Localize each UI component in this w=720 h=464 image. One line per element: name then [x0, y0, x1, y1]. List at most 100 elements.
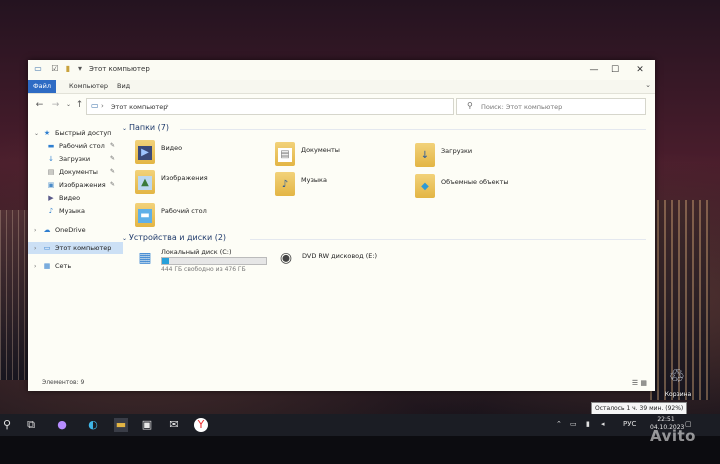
tab-computer[interactable]: Компьютер: [64, 80, 113, 93]
drive-c[interactable]: ▦ Локальный диск (C:) 444 ГБ свободно из…: [134, 247, 284, 275]
back-arrow-icon[interactable]: ←: [34, 99, 45, 111]
store-icon[interactable]: ▣: [140, 418, 154, 432]
up-arrow-icon[interactable]: ↑: [74, 99, 85, 111]
folder-3d-objects[interactable]: ◆ Объемные объекты: [415, 174, 555, 202]
tab-file[interactable]: Файл: [28, 80, 56, 93]
alice-assistant-icon[interactable]: ●: [55, 418, 69, 432]
group-divider: [180, 129, 646, 130]
chevron-down-icon: ⌄: [122, 235, 129, 242]
sidebar-item-this-pc[interactable]: › ▭ Этот компьютер: [28, 242, 123, 254]
maximize-button[interactable]: ☐: [606, 63, 624, 77]
music-icon: ♪: [275, 172, 295, 196]
folder-pictures[interactable]: ▲ Изображения: [135, 170, 265, 198]
folders-group-header[interactable]: ⌄ Папки (7): [122, 123, 169, 132]
breadcrumb-separator-icon[interactable]: ›: [166, 102, 169, 110]
windows-drive-icon: ▦: [138, 250, 152, 266]
breadcrumb-separator-icon: ›: [101, 102, 104, 110]
folder-documents[interactable]: ▤ Документы: [275, 142, 405, 170]
ribbon: Файл Компьютер Вид ⌄: [28, 80, 655, 94]
sidebar-item-desktop[interactable]: ▬ Рабочий стол: [46, 140, 105, 152]
content-pane: ⌄ Папки (7) ▶ Видео ▤ Документы ↓ Загруз…: [120, 120, 655, 375]
chevron-right-icon[interactable]: ›: [34, 225, 42, 237]
yandex-browser-icon[interactable]: Y: [194, 418, 208, 432]
ribbon-expand-icon[interactable]: ⌄: [645, 81, 651, 89]
close-button[interactable]: ✕: [631, 63, 649, 77]
folder-music[interactable]: ♪ Музыка: [275, 172, 405, 200]
chevron-down-icon: ⌄: [122, 125, 129, 132]
image-icon: ▲: [135, 170, 155, 194]
edge-browser-icon[interactable]: ◐: [86, 418, 100, 432]
group-divider: [250, 239, 646, 240]
window-title: Этот компьютер: [89, 65, 150, 73]
cloud-icon: ☁: [43, 226, 51, 234]
recycle-bin-label: Корзина: [664, 391, 692, 398]
document-icon: ▤: [47, 168, 55, 176]
search-icon[interactable]: ⚲: [0, 418, 14, 432]
desktop-icon: ▬: [47, 142, 55, 150]
new-folder-icon[interactable]: ▮: [63, 64, 73, 74]
properties-icon[interactable]: ☑: [50, 64, 60, 74]
image-icon: ▣: [47, 181, 55, 189]
chevron-right-icon[interactable]: ›: [34, 261, 42, 273]
video-icon: ▶: [135, 140, 155, 164]
tray-overflow-icon[interactable]: ⌃: [556, 420, 562, 428]
sidebar-item-videos[interactable]: ▶ Видео: [46, 192, 80, 204]
view-toggle-buttons[interactable]: ☰ ▦: [632, 379, 647, 387]
sidebar-item-quick-access[interactable]: ⌄ ★ Быстрый доступ: [34, 127, 111, 139]
screen-bezel: [0, 436, 720, 464]
drive-e[interactable]: ◉ DVD RW дисковод (E:): [275, 247, 425, 275]
sidebar-item-music[interactable]: ♪ Музыка: [46, 205, 85, 217]
download-icon: ↓: [415, 143, 435, 167]
computer-icon: ▭: [34, 64, 42, 73]
sidebar-item-downloads[interactable]: ↓ Загрузки: [46, 153, 90, 165]
computer-icon: ▭: [91, 101, 99, 110]
pin-icon: ✎: [110, 155, 116, 162]
desktop-icon: ▬: [135, 203, 155, 227]
taskbar: ⚲ ⧉ ● ◐ ▬ ▣ ✉ Y ⌃ ▭ ▮ ◂ РУС 22:51 04.10.…: [0, 414, 720, 436]
sidebar-item-pictures[interactable]: ▣ Изображения: [46, 179, 106, 191]
recent-dropdown-icon[interactable]: ⌄: [63, 99, 74, 111]
network-tray-icon[interactable]: ▭: [570, 420, 577, 428]
navigation-pane: ⌄ ★ Быстрый доступ ▬ Рабочий стол ✎ ↓ Загруз…: [28, 120, 123, 375]
tab-view[interactable]: Вид: [112, 80, 135, 93]
breadcrumb[interactable]: Этот компьютер: [111, 103, 167, 111]
chevron-right-icon[interactable]: ›: [34, 243, 42, 255]
sidebar-item-documents[interactable]: ▤ Документы: [46, 166, 98, 178]
recycle-bin-icon[interactable]: ♲: [664, 364, 690, 390]
video-icon: ▶: [48, 194, 54, 202]
pin-icon: ✎: [110, 181, 116, 188]
minimize-button[interactable]: —: [585, 63, 603, 77]
status-item-count: Элементов: 9: [42, 379, 85, 386]
address-bar[interactable]: ▭ › Этот компьютер › ⌄ ↻: [86, 98, 502, 115]
search-placeholder: Поиск: Этот компьютер: [481, 103, 563, 111]
battery-icon[interactable]: ▮: [586, 420, 590, 428]
sidebar-item-onedrive[interactable]: › ☁ OneDrive: [34, 224, 86, 236]
large-icons-view-icon[interactable]: ▦: [640, 379, 647, 387]
cube-icon: ◆: [415, 174, 435, 198]
folder-desktop[interactable]: ▬ Рабочий стол: [135, 203, 265, 231]
wallpaper-city-left: [0, 210, 28, 380]
computer-icon: ▭: [43, 244, 51, 252]
search-input[interactable]: ⚲ Поиск: Этот компьютер: [456, 98, 646, 115]
details-view-icon[interactable]: ☰: [632, 379, 638, 387]
network-icon: ▦: [43, 262, 51, 270]
drive-usage-bar: [161, 257, 267, 265]
star-icon: ★: [43, 129, 51, 137]
devices-group-header[interactable]: ⌄ Устройства и диски (2): [122, 233, 226, 242]
folder-downloads[interactable]: ↓ Загрузки: [415, 143, 545, 171]
drive-usage-fill: [162, 258, 169, 264]
dvd-drive-icon: ◉: [279, 250, 293, 266]
title-bar[interactable]: ▭ ☑ ▮ ▾ Этот компьютер — ☐ ✕: [28, 60, 655, 80]
task-view-icon[interactable]: ⧉: [24, 418, 38, 432]
sidebar-item-network[interactable]: › ▦ Сеть: [34, 260, 71, 272]
quick-access-toolbar-dropdown-icon[interactable]: ▾: [75, 64, 85, 74]
explorer-window: ▭ ☑ ▮ ▾ Этот компьютер — ☐ ✕ Файл Компью…: [28, 60, 655, 391]
input-language[interactable]: РУС: [623, 420, 636, 428]
mail-icon[interactable]: ✉: [167, 418, 181, 432]
pin-icon: ✎: [110, 142, 116, 149]
volume-icon[interactable]: ◂: [601, 420, 605, 428]
file-explorer-icon[interactable]: ▬: [114, 418, 128, 432]
folder-videos[interactable]: ▶ Видео: [135, 140, 265, 168]
forward-arrow-icon[interactable]: →: [50, 99, 61, 111]
chevron-down-icon[interactable]: ⌄: [34, 128, 42, 140]
